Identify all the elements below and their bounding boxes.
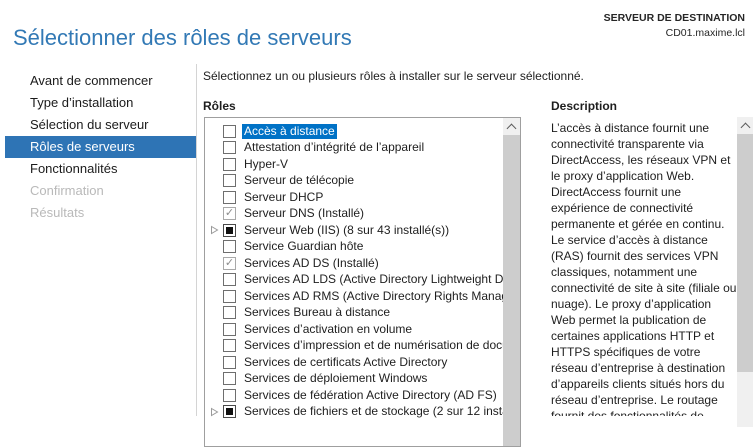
role-checkbox[interactable] xyxy=(223,125,236,138)
role-row-acces-a-distance[interactable]: Accès à distance xyxy=(205,123,503,140)
scrollbar-thumb[interactable] xyxy=(503,135,520,446)
sidebar-item-avant-de-commencer[interactable]: Avant de commencer xyxy=(5,70,196,92)
role-checkbox[interactable] xyxy=(223,339,236,352)
role-checkbox[interactable] xyxy=(223,273,236,286)
scroll-up-button[interactable] xyxy=(737,117,753,133)
role-checkbox[interactable] xyxy=(223,290,236,303)
role-label[interactable]: Attestation d’intégrité de l’appareil xyxy=(242,140,426,155)
role-checkbox[interactable] xyxy=(223,224,236,237)
role-description-text: L’accès à distance fournit une connectiv… xyxy=(551,120,737,416)
role-label[interactable]: Serveur de télécopie xyxy=(242,173,356,188)
role-row-serveur-dhcp[interactable]: Serveur DHCP xyxy=(205,189,503,206)
role-row-services-de-fichiers-et-de-stockage-2-su[interactable]: Services de fichiers et de stockage (2 s… xyxy=(205,404,503,421)
role-row-hyper-v[interactable]: Hyper-V xyxy=(205,156,503,173)
role-label[interactable]: Hyper-V xyxy=(242,157,290,172)
page-title: Sélectionner des rôles de serveurs xyxy=(13,25,352,51)
role-row-services-d-activation-en-volume[interactable]: Services d’activation en volume xyxy=(205,321,503,338)
roles-list: Accès à distanceAttestation d’intégrité … xyxy=(205,118,503,446)
role-checkbox[interactable]: ✓ xyxy=(223,207,236,220)
role-row-services-ad-rms-active-directory-rights-[interactable]: Services AD RMS (Active Directory Rights… xyxy=(205,288,503,305)
role-label[interactable]: Serveur DHCP xyxy=(242,190,325,205)
role-row-services-de-federation-active-directory-[interactable]: Services de fédération Active Directory … xyxy=(205,387,503,404)
checkmark-icon: ✓ xyxy=(225,258,234,269)
instruction-text: Sélectionnez un ou plusieurs rôles à ins… xyxy=(203,69,584,83)
description-column-header: Description xyxy=(551,99,617,113)
roles-column-header: Rôles xyxy=(203,99,236,113)
role-checkbox[interactable] xyxy=(223,158,236,171)
scrollbar-thumb[interactable] xyxy=(737,134,753,372)
role-checkbox[interactable] xyxy=(223,141,236,154)
role-label[interactable]: Serveur DNS (Installé) xyxy=(242,206,366,221)
sidebar-item-fonctionnalites[interactable]: Fonctionnalités xyxy=(5,158,196,180)
expand-triangle-icon[interactable] xyxy=(210,407,223,417)
role-label[interactable]: Services de fédération Active Directory … xyxy=(242,388,499,403)
role-checkbox[interactable] xyxy=(223,240,236,253)
checkmark-icon: ✓ xyxy=(225,208,234,219)
role-checkbox[interactable] xyxy=(223,174,236,187)
wizard-steps-sidebar: Avant de commencerType d’installationSél… xyxy=(0,70,196,224)
destination-server-block: SERVEUR DE DESTINATION CD01.maxime.lcl xyxy=(604,11,745,41)
role-checkbox[interactable] xyxy=(223,389,236,402)
indeterminate-square-icon xyxy=(226,227,233,234)
role-row-services-bureau-a-distance[interactable]: Services Bureau à distance xyxy=(205,305,503,322)
role-label[interactable]: Services AD DS (Installé) xyxy=(242,256,381,271)
role-checkbox[interactable] xyxy=(223,323,236,336)
chevron-up-icon xyxy=(507,124,517,134)
description-scrollbar[interactable] xyxy=(737,117,753,427)
chevron-up-icon xyxy=(741,123,751,133)
role-checkbox[interactable] xyxy=(223,372,236,385)
role-checkbox[interactable]: ✓ xyxy=(223,257,236,270)
role-row-serveur-dns-installe[interactable]: ✓ Serveur DNS (Installé) xyxy=(205,206,503,223)
role-row-services-ad-ds-installe[interactable]: ✓ Services AD DS (Installé) xyxy=(205,255,503,272)
expand-triangle-icon[interactable] xyxy=(210,225,223,235)
role-checkbox[interactable] xyxy=(223,356,236,369)
sidebar-item-confirmation: Confirmation xyxy=(5,180,196,202)
scroll-up-button[interactable] xyxy=(503,118,520,134)
role-row-attestation-d-integrite-de-l-appareil[interactable]: Attestation d’intégrité de l’appareil xyxy=(205,140,503,157)
role-row-serveur-web-iis-8-sur-43-installe-s[interactable]: Serveur Web (IIS) (8 sur 43 installé(s)) xyxy=(205,222,503,239)
sidebar-item-resultats: Résultats xyxy=(5,202,196,224)
role-label[interactable]: Services de fichiers et de stockage (2 s… xyxy=(242,404,503,419)
role-label[interactable]: Serveur Web (IIS) (8 sur 43 installé(s)) xyxy=(242,223,451,238)
role-row-services-ad-lds-active-directory-lightwe[interactable]: Services AD LDS (Active Directory Lightw… xyxy=(205,272,503,289)
destination-server-name: CD01.maxime.lcl xyxy=(604,26,745,41)
role-row-services-d-impression-et-de-numerisation[interactable]: Services d’impression et de numérisation… xyxy=(205,338,503,355)
role-label[interactable]: Services de certificats Active Directory xyxy=(242,355,449,370)
role-label[interactable]: Service Guardian hôte xyxy=(242,239,365,254)
roles-listbox[interactable]: Accès à distanceAttestation d’intégrité … xyxy=(204,117,521,447)
role-checkbox[interactable] xyxy=(223,191,236,204)
role-label[interactable]: Services d’activation en volume xyxy=(242,322,414,337)
role-label[interactable]: Services AD RMS (Active Directory Rights… xyxy=(242,289,503,304)
role-row-serveur-de-telecopie[interactable]: Serveur de télécopie xyxy=(205,173,503,190)
role-row-services-de-deploiement-windows[interactable]: Services de déploiement Windows xyxy=(205,371,503,388)
roles-list-scrollbar[interactable] xyxy=(503,118,520,446)
role-row-service-guardian-hote[interactable]: Service Guardian hôte xyxy=(205,239,503,256)
role-checkbox[interactable] xyxy=(223,405,236,418)
indeterminate-square-icon xyxy=(226,408,233,415)
sidebar-item-roles-de-serveurs[interactable]: Rôles de serveurs xyxy=(5,136,196,158)
role-label[interactable]: Services AD LDS (Active Directory Lightw… xyxy=(242,272,503,287)
role-label[interactable]: Services d’impression et de numérisation… xyxy=(242,338,503,353)
sidebar-item-type-d-installation[interactable]: Type d’installation xyxy=(5,92,196,114)
sidebar-item-selection-du-serveur[interactable]: Sélection du serveur xyxy=(5,114,196,136)
role-checkbox[interactable] xyxy=(223,306,236,319)
role-row-services-de-certificats-active-directory[interactable]: Services de certificats Active Directory xyxy=(205,354,503,371)
role-label[interactable]: Services de déploiement Windows xyxy=(242,371,429,386)
role-label[interactable]: Accès à distance xyxy=(242,124,337,139)
destination-server-label: SERVEUR DE DESTINATION xyxy=(604,11,745,26)
role-label[interactable]: Services Bureau à distance xyxy=(242,305,392,320)
sidebar-divider xyxy=(196,64,197,416)
